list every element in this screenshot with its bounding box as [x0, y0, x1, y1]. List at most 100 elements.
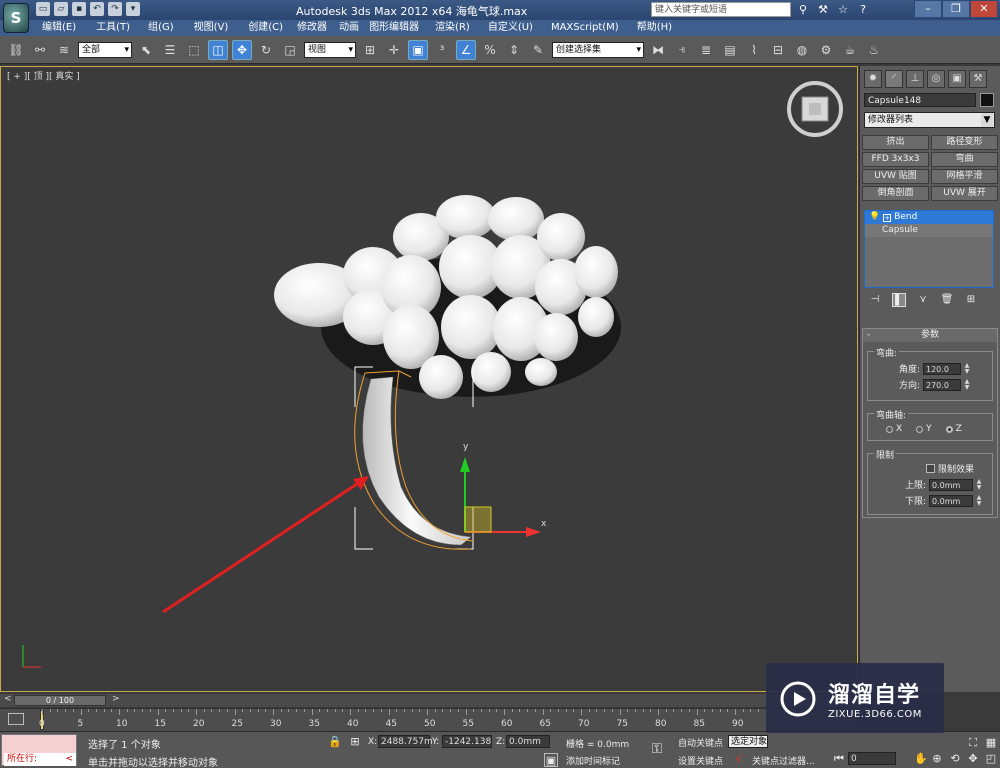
field-of-view-icon[interactable]: ▦ [984, 736, 998, 750]
star-icon[interactable]: ☆ [836, 3, 850, 17]
modifier-list-dropdown[interactable]: 修改器列表 ▼ [864, 112, 995, 128]
modifier-ffd-button[interactable]: FFD 3x3x3 [862, 152, 929, 167]
lock-icon[interactable]: 🔒 [328, 735, 342, 749]
modifier-bend-button[interactable]: 弯曲 [931, 152, 998, 167]
modifier-uvw-map-button[interactable]: UVW 贴图 [862, 169, 929, 184]
menu-animation[interactable]: 动画 [339, 20, 359, 36]
edit-named-selection-icon[interactable]: ✎ [528, 40, 548, 60]
pivot-center-icon[interactable]: ⊞ [360, 40, 380, 60]
viewport-top[interactable]: [ + ][ 顶 ][ 真实 ] x y [0, 66, 858, 692]
restore-button[interactable]: ❐ [942, 0, 970, 18]
lower-limit-input[interactable]: 0.0mm [929, 494, 973, 507]
key-mode-icon[interactable]: ⏮ [832, 752, 846, 766]
remove-modifier-icon[interactable]: 🗑 [940, 293, 954, 307]
create-tab-icon[interactable]: ✹ [864, 70, 882, 88]
tools-icon[interactable]: ⚒ [816, 3, 830, 17]
help-icon[interactable]: ? [856, 3, 870, 17]
bulb-icon[interactable]: 💡 [869, 211, 880, 224]
zoom-icon[interactable]: ✋ [914, 752, 928, 766]
mirror-icon[interactable]: ⧓ [648, 40, 668, 60]
object-color-swatch[interactable] [980, 93, 994, 107]
motion-tab-icon[interactable]: ◎ [927, 70, 945, 88]
layer-manager-icon[interactable]: ≣ [696, 40, 716, 60]
menu-help[interactable]: 帮助(H) [637, 20, 672, 36]
configure-sets-icon[interactable]: ⊞ [964, 293, 978, 307]
absolute-mode-icon[interactable]: ⊞ [348, 735, 362, 749]
direction-input[interactable]: 270.0 [923, 378, 961, 391]
limit-effect-checkbox[interactable] [926, 464, 935, 473]
new-file-icon[interactable]: ▭ [36, 2, 50, 16]
spinner-icon[interactable]: ▲ ▼ [975, 478, 983, 491]
stack-item-bend[interactable]: 💡 + Bend [865, 211, 993, 224]
x-coordinate-field[interactable]: 2488.757m [378, 735, 433, 748]
app-logo[interactable]: S [3, 3, 29, 33]
selection-filter-dropdown[interactable]: 全部 [78, 41, 132, 58]
upper-limit-input[interactable]: 0.0mm [929, 478, 973, 491]
pan-icon[interactable]: ✥ [966, 752, 980, 766]
hierarchy-tab-icon[interactable]: ⊥ [906, 70, 924, 88]
set-key-curve-icon[interactable]: √ [732, 752, 746, 766]
make-unique-icon[interactable]: ⋎ [916, 293, 930, 307]
dropdown-icon[interactable]: ▾ [126, 2, 140, 16]
select-rotate-icon[interactable]: ↻ [256, 40, 276, 60]
time-tag-icon[interactable]: ▣ [544, 753, 558, 767]
parameters-rollout-header[interactable]: - 参数 [863, 329, 997, 342]
save-icon[interactable]: ▪ [72, 2, 86, 16]
modifier-unwrap-uvw-button[interactable]: UVW 展开 [931, 186, 998, 201]
window-crossing-icon[interactable]: ◫ [208, 39, 228, 60]
show-end-result-icon[interactable]: ▌ [892, 293, 906, 307]
menu-modifiers[interactable]: 修改器 [297, 20, 327, 36]
snaps-toggle-icon[interactable]: ³ [432, 40, 452, 60]
select-by-name-icon[interactable]: ☰ [160, 40, 180, 60]
pin-stack-icon[interactable]: ⊣ [868, 293, 882, 307]
unlink-icon[interactable]: ⚯ [30, 40, 50, 60]
time-slider[interactable]: 0 / 100 [14, 695, 106, 706]
curve-editor-icon[interactable]: ⌇ [744, 40, 764, 60]
mini-curve-editor-icon[interactable] [8, 713, 24, 725]
next-frame-arrow[interactable]: > [112, 694, 120, 704]
reference-coord-dropdown[interactable]: 视图 [304, 41, 356, 58]
modify-tab-icon[interactable]: ◜ [885, 70, 903, 88]
render-production-icon[interactable]: ♨ [864, 40, 884, 60]
key-filters-button[interactable]: 关键点过滤器... [752, 754, 815, 767]
orbit-icon[interactable]: ⟲ [948, 752, 962, 766]
maximize-viewport-icon[interactable]: ⛶ [966, 736, 980, 750]
select-manipulate-icon[interactable]: ✛ [384, 40, 404, 60]
expand-icon[interactable]: + [883, 213, 892, 222]
bind-space-warp-icon[interactable]: ≋ [54, 40, 74, 60]
menu-group[interactable]: 组(G) [148, 20, 174, 36]
select-object-icon[interactable]: ⬉ [136, 40, 156, 60]
modifier-path-deform-button[interactable]: 路径变形 [931, 135, 998, 150]
menu-customize[interactable]: 自定义(U) [488, 20, 533, 36]
key-icon[interactable]: ⚿ [650, 742, 664, 756]
rendered-frame-icon[interactable]: ☕ [840, 40, 860, 60]
undo-icon[interactable]: ↶ [90, 2, 104, 16]
selected-object-dropdown[interactable]: 选定对象 [728, 735, 768, 748]
axis-x-radio[interactable]: X [886, 424, 902, 434]
prev-frame-arrow[interactable]: < [4, 694, 12, 704]
keyboard-shortcut-icon[interactable]: ▣ [408, 39, 428, 60]
select-scale-icon[interactable]: ◲ [280, 40, 300, 60]
render-setup-icon[interactable]: ⚙ [816, 40, 836, 60]
spinner-icon[interactable]: ▲ ▼ [963, 362, 971, 375]
link-icon[interactable]: ⛓ [6, 40, 26, 60]
maxscript-listener[interactable]: 所在行: < [1, 734, 77, 766]
utilities-tab-icon[interactable]: ⚒ [969, 70, 987, 88]
menu-graph-editors[interactable]: 图形编辑器 [369, 20, 419, 36]
schematic-view-icon[interactable]: ⊟ [768, 40, 788, 60]
object-name-field[interactable]: Capsule148 [864, 93, 976, 107]
angle-input[interactable]: 120.0 [923, 362, 961, 375]
rect-region-icon[interactable]: ⬚ [184, 40, 204, 60]
material-editor-icon[interactable]: ◍ [792, 40, 812, 60]
zoom-all-icon[interactable]: ⊕ [930, 752, 944, 766]
menu-rendering[interactable]: 渲染(R) [435, 20, 470, 36]
auto-key-button[interactable]: 自动关键点 [678, 736, 723, 749]
named-selection-dropdown[interactable]: 创建选择集 [552, 41, 644, 58]
minimize-button[interactable]: – [914, 0, 942, 18]
modifier-bevel-profile-button[interactable]: 倒角剖面 [862, 186, 929, 201]
spinner-snap-icon[interactable]: ⇕ [504, 40, 524, 60]
binoculars-icon[interactable]: ⚲ [796, 3, 810, 17]
align-icon[interactable]: ⫣ [672, 40, 692, 60]
y-coordinate-field[interactable]: -1242.138 [442, 735, 492, 748]
add-time-tag[interactable]: 添加时间标记 [566, 754, 620, 767]
